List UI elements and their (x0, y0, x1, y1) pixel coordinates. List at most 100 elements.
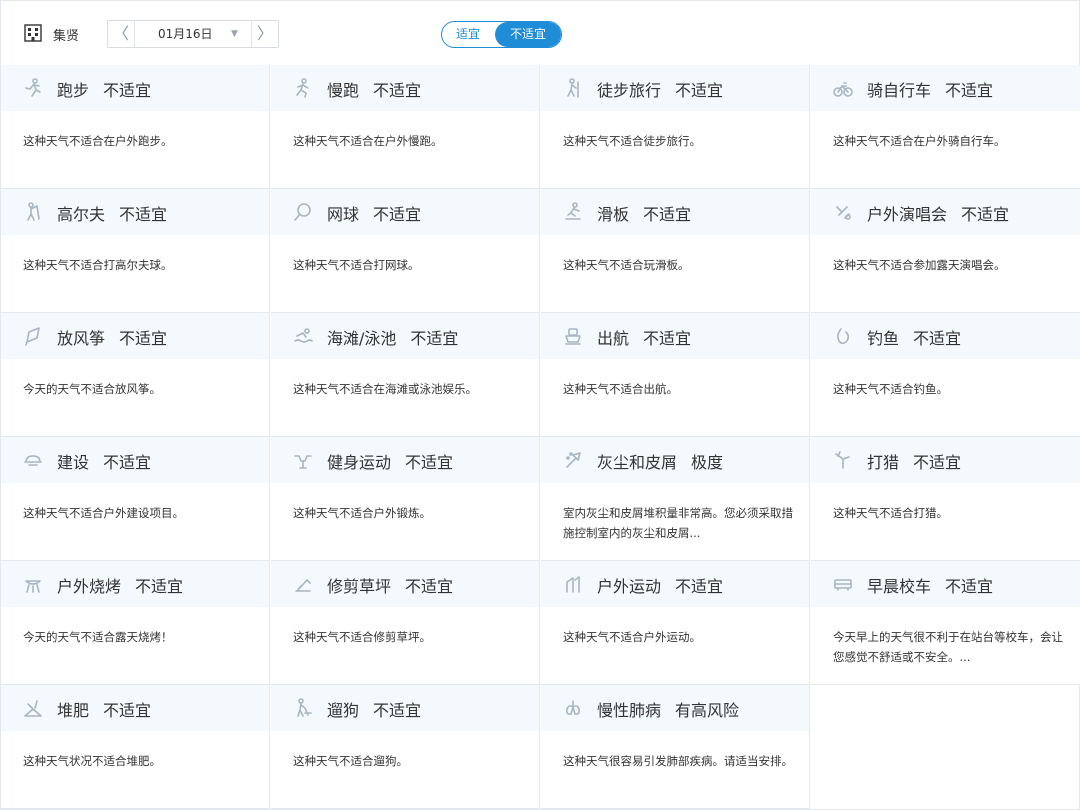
activity-level: 不适宜 (373, 205, 422, 224)
activity-name: 高尔夫 (57, 205, 106, 224)
activity-card[interactable]: 徒步旅行 不适宜 这种天气不适合徒步旅行。 (541, 65, 810, 189)
activity-card-header: 放风筝 不适宜 (1, 313, 269, 359)
jogging-icon (296, 78, 309, 98)
activity-card[interactable]: 建设 不适宜 这种天气不适合户外建设项目。 (1, 437, 270, 561)
activity-card-header: 高尔夫 不适宜 (1, 189, 269, 235)
activity-level: 不适宜 (945, 577, 994, 596)
activity-card[interactable]: 海滩/泳池 不适宜 这种天气不适合在海滩或泳池娱乐。 (271, 313, 540, 437)
activity-card[interactable]: 骑自行车 不适宜 这种天气不适合在户外骑自行车。 (811, 65, 1080, 189)
lung-icon (566, 700, 580, 715)
location-label[interactable]: 集贤 (53, 25, 79, 44)
activity-title: 户外演唱会 不适宜 (867, 201, 1009, 225)
activity-card-header: 遛狗 不适宜 (271, 685, 539, 731)
header-bar: 集贤 〈 01月16日 ▼ 〉 适宜 不适宜 (1, 1, 1079, 65)
activity-description: 这种天气不适合打高尔夫球。 (23, 258, 173, 272)
activity-title: 钓鱼 不适宜 (867, 325, 961, 349)
activity-level: 不适宜 (103, 453, 152, 472)
running-icon (25, 78, 41, 97)
school-bus-icon (834, 579, 852, 591)
tennis-icon (294, 203, 311, 221)
activity-title: 早晨校车 不适宜 (867, 573, 993, 597)
activity-card[interactable]: 钓鱼 不适宜 这种天气不适合钓鱼。 (811, 313, 1080, 437)
activity-level: 不适宜 (643, 329, 692, 348)
activity-card[interactable]: 出航 不适宜 这种天气不适合出航。 (541, 313, 810, 437)
activity-card[interactable]: 慢跑 不适宜 这种天气不适合在户外慢跑。 (271, 65, 540, 189)
activity-title: 户外运动 不适宜 (597, 573, 723, 597)
activity-card[interactable]: 修剪草坪 不适宜 这种天气不适合修剪草坪。 (271, 561, 540, 685)
activity-level: 有高风险 (675, 701, 740, 720)
boat-icon (565, 328, 581, 345)
activity-description: 这种天气很容易引发肺部疾病。请适当安排。 (563, 754, 793, 768)
activity-description: 这种天气不适合参加露天演唱会。 (833, 258, 1006, 272)
activity-description: 这种天气不适合打网球。 (293, 258, 420, 272)
activity-level: 不适宜 (135, 577, 184, 596)
building-icon (24, 24, 42, 42)
activity-name: 户外演唱会 (867, 205, 948, 224)
toggle-suitable[interactable]: 适宜 (442, 22, 494, 47)
activity-card[interactable]: 户外演唱会 不适宜 这种天气不适合参加露天演唱会。 (811, 189, 1080, 313)
activity-level: 不适宜 (103, 81, 152, 100)
activity-level: 不适宜 (373, 81, 422, 100)
activity-card[interactable]: 网球 不适宜 这种天气不适合打网球。 (271, 189, 540, 313)
activity-title: 滑板 不适宜 (597, 201, 691, 225)
activity-description: 这种天气不适合出航。 (563, 382, 678, 396)
activity-title: 网球 不适宜 (327, 201, 421, 225)
next-day-button[interactable]: 〉 (251, 21, 278, 47)
activity-card[interactable]: 灰尘和皮屑 极度 室内灰尘和皮屑堆积量非常高。您必须采取措施控制室内的灰尘和皮屑.… (541, 437, 810, 561)
activity-card[interactable]: 放风筝 不适宜 今天的天气不适合放风筝。 (1, 313, 270, 437)
activity-level: 不适宜 (913, 329, 962, 348)
activity-level: 不适宜 (410, 329, 459, 348)
activity-title: 高尔夫 不适宜 (57, 201, 167, 225)
activity-card[interactable]: 跑步 不适宜 这种天气不适合在户外跑步。 (1, 65, 270, 189)
activity-level: 不适宜 (945, 81, 994, 100)
activity-card-header: 灰尘和皮屑 极度 (541, 437, 809, 483)
activity-description: 这种天气不适合户外锻炼。 (293, 506, 431, 520)
skateboard-icon (565, 202, 581, 220)
activity-level: 不适宜 (103, 701, 152, 720)
activity-name: 早晨校车 (867, 577, 932, 596)
activity-name: 骑自行车 (867, 81, 932, 100)
activity-card[interactable]: 滑板 不适宜 这种天气不适合玩滑板。 (541, 189, 810, 313)
activity-card[interactable]: 户外烧烤 不适宜 今天的天气不适合露天烧烤！ (1, 561, 270, 685)
chevron-down-icon[interactable]: ▼ (231, 21, 238, 47)
date-value[interactable]: 01月16日 (158, 21, 213, 47)
activity-title: 徒步旅行 不适宜 (597, 77, 723, 101)
fishing-icon (837, 328, 850, 345)
dog-walking-icon (297, 698, 312, 717)
activity-level: 不适宜 (405, 577, 454, 596)
concert-icon (836, 206, 851, 220)
activity-description: 室内灰尘和皮屑堆积量非常高。您必须采取措施控制室内的灰尘和皮屑... (563, 506, 793, 540)
compost-icon (24, 700, 42, 717)
toggle-unsuitable[interactable]: 不适宜 (495, 22, 561, 47)
construction-icon (24, 455, 42, 466)
activity-card-header: 慢跑 不适宜 (271, 65, 539, 111)
activity-card[interactable]: 户外运动 不适宜 这种天气不适合户外运动。 (541, 561, 810, 685)
activity-description: 这种天气不适合玩滑板。 (563, 258, 690, 272)
prev-day-button[interactable]: 〈 (108, 21, 135, 47)
dust-icon (566, 452, 581, 468)
activity-level: 不适宜 (405, 453, 454, 472)
activity-title: 放风筝 不适宜 (57, 325, 167, 349)
activity-description: 这种天气不适合在海滩或泳池娱乐。 (293, 382, 477, 396)
activity-card[interactable]: 堆肥 不适宜 这种天气状况不适合堆肥。 (1, 685, 270, 809)
activity-card[interactable]: 慢性肺病 有高风险 这种天气很容易引发肺部疾病。请适当安排。 (541, 685, 810, 809)
activity-name: 慢跑 (327, 81, 360, 100)
activity-card-header: 滑板 不适宜 (541, 189, 809, 235)
activity-name: 建设 (57, 453, 90, 472)
activity-title: 建设 不适宜 (57, 449, 151, 473)
activity-card[interactable]: 打猎 不适宜 这种天气不适合打猎。 (811, 437, 1080, 561)
activity-title: 遛狗 不适宜 (327, 697, 421, 721)
activity-name: 钓鱼 (867, 329, 900, 348)
activity-name: 堆肥 (57, 701, 90, 720)
activity-level: 不适宜 (913, 453, 962, 472)
activity-card[interactable]: 高尔夫 不适宜 这种天气不适合打高尔夫球。 (1, 189, 270, 313)
activity-card[interactable]: 早晨校车 不适宜 今天早上的天气很不利于在站台等校车，会让您感觉不舒适或不安全。.… (811, 561, 1080, 685)
life-index-page: 集贤 〈 01月16日 ▼ 〉 适宜 不适宜 跑步 不适宜 这种天气不适合在户外跑… (0, 0, 1080, 810)
activity-card-header: 骑自行车 不适宜 (811, 65, 1080, 111)
activity-description: 今天的天气不适合放风筝。 (23, 382, 161, 396)
activity-card[interactable]: 遛狗 不适宜 这种天气不适合遛狗。 (271, 685, 540, 809)
activity-level: 不适宜 (373, 701, 422, 720)
activity-description: 这种天气不适合钓鱼。 (833, 382, 948, 396)
bbq-icon (25, 580, 41, 593)
activity-card[interactable]: 健身运动 不适宜 这种天气不适合户外锻炼。 (271, 437, 540, 561)
